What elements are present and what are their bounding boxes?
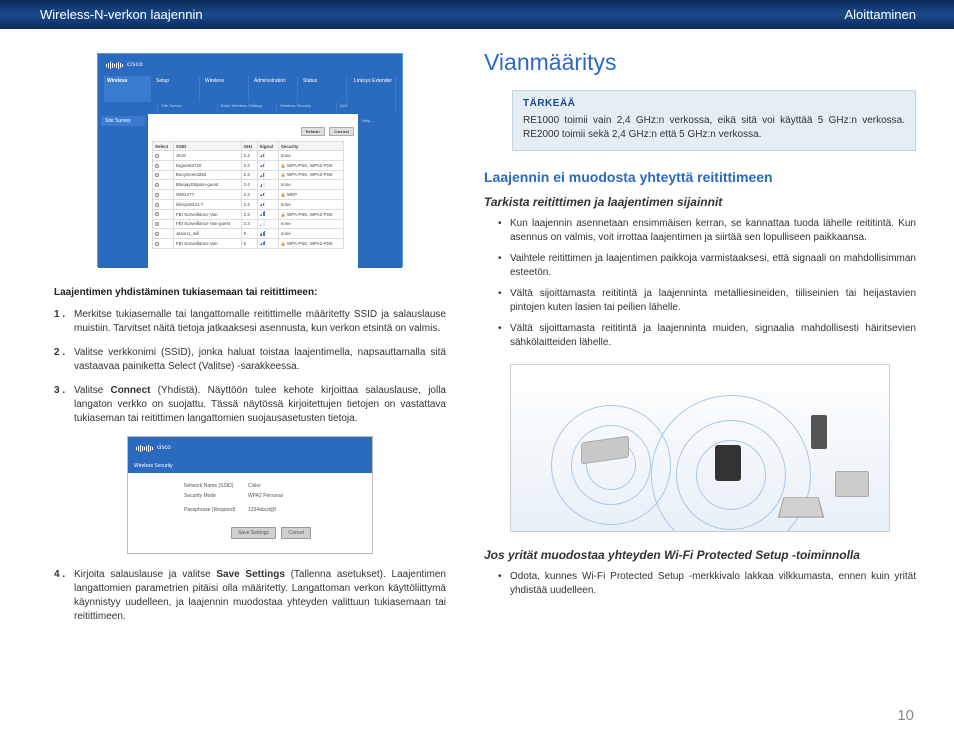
table-row: FBI Surveillance Van-guest2.4 none — [153, 219, 344, 229]
cisco-logo-icon: cisco — [106, 62, 143, 69]
printer-icon — [835, 471, 869, 497]
wireless-security-tab: Wireless Security — [134, 463, 173, 469]
bullets-locations: Kun laajennin asennetaan ensimmäisen ker… — [484, 217, 916, 350]
step-1: 1 .Merkitse tukiasemalle tai langattomal… — [54, 308, 446, 336]
table-row: OMG4772.4🔒 WEP — [153, 190, 344, 200]
tab-setup: Setup — [153, 76, 200, 102]
wifi-networks-table: Select SSID GHz Signal Security JimS2.4 … — [152, 141, 344, 249]
important-note: TÄRKEÄÄ RE1000 toimii vain 2,4 GHz:n ver… — [512, 90, 916, 151]
cisco-logo-icon-2: cisco — [136, 445, 171, 452]
placement-diagram — [510, 364, 890, 532]
header-right: Aloittaminen — [844, 7, 916, 22]
site-survey-screenshot: cisco Wireless Setup Wireless Administra… — [97, 53, 403, 267]
step-2: 2 .Valitse verkkonimi (SSID), jonka halu… — [54, 346, 446, 374]
table-row: BusyOcelot2622.4🔒 WPA-PSK, WPA2-PSK — [153, 170, 344, 180]
refresh-button: Refresh — [301, 127, 325, 136]
tab-admin: Administration — [251, 76, 298, 102]
subtab-0: Site Survey — [158, 102, 217, 114]
step-3: 3 .Valitse Connect (Yhdistä). Näyttöön t… — [54, 384, 446, 426]
header-left: Wireless-N-verkon laajennin — [40, 7, 203, 22]
page-header: Wireless-N-verkon laajennin Aloittaminen — [0, 0, 954, 29]
bullet-a2: Vaihtele reitittimen ja laajentimen paik… — [510, 252, 916, 280]
side-site-survey: Site Survey — [101, 116, 145, 126]
bullet-a3: Vältä sijoittamasta reititintä ja laajen… — [510, 287, 916, 315]
table-row: FBI Surveillance Van5🔒 WPA-PSK, WPA2-PSK — [153, 239, 344, 249]
bullet-a1: Kun laajennin asennetaan ensimmäisen ker… — [510, 217, 916, 245]
bullets-wps: Odota, kunnes Wi-Fi Protected Setup -mer… — [484, 570, 916, 598]
wireless-tab-label: Wireless — [104, 76, 151, 102]
save-settings-button: Save Settings — [231, 527, 276, 539]
tab-status: Status — [300, 76, 347, 102]
step-4: 4 .Kirjoita salauslause ja valitse Save … — [54, 568, 446, 624]
phone-icon — [811, 415, 827, 449]
table-row: FBI Surveillance Van2.4🔒 WPA-PSK, WPA2-P… — [153, 209, 344, 219]
subtab-1: Basic Wireless Settings — [218, 102, 277, 114]
caption-connecting: Laajentimen yhdistäminen tukiasemaan tai… — [54, 287, 446, 298]
bullet-a4: Vältä sijoittamasta reititintä ja laajen… — [510, 322, 916, 350]
note-title: TÄRKEÄÄ — [523, 97, 905, 111]
page-number: 10 — [897, 707, 914, 724]
subheading-wps: Jos yrität muodostaa yhteyden Wi-Fi Prot… — [484, 548, 916, 562]
table-row: BluejayStripion-guest2.4 none — [153, 180, 344, 190]
table-row: linksys5341-72.4 none — [153, 199, 344, 209]
section-heading: Laajennin ei muodosta yhteyttä reitittim… — [484, 169, 916, 185]
note-body: RE1000 toimii vain 2,4 GHz:n verkossa, e… — [523, 115, 905, 140]
brand-label: Linksys Extender — [349, 76, 396, 102]
tab-wireless: Wireless — [202, 76, 249, 102]
steps-list: 1 .Merkitse tukiasemalle tai langattomal… — [40, 308, 460, 426]
table-row: twguest27202.4🔒 WPA-PSK, WPA2-PSK — [153, 160, 344, 170]
table-row: Jason1_wifi5 none — [153, 229, 344, 239]
extender-icon — [715, 445, 741, 481]
subheading-locations: Tarkista reitittimen ja laajentimen sija… — [484, 195, 916, 209]
bullet-b1: Odota, kunnes Wi-Fi Protected Setup -mer… — [510, 570, 916, 598]
subtab-2: Wireless Security — [277, 102, 336, 114]
connect-button: Connect — [329, 127, 354, 136]
table-row: JimS2.4 none — [153, 151, 344, 161]
page-title: Vianmääritys — [484, 49, 916, 76]
subtab-3: QoS — [337, 102, 396, 114]
security-screenshot: cisco Wireless Security Network Name (SS… — [127, 436, 373, 554]
help-label: Help... — [358, 114, 402, 127]
laptop-icon — [778, 497, 824, 517]
steps-list-2: 4 .Kirjoita salauslause ja valitse Save … — [40, 568, 460, 624]
cancel-button: Cancel — [281, 527, 311, 539]
